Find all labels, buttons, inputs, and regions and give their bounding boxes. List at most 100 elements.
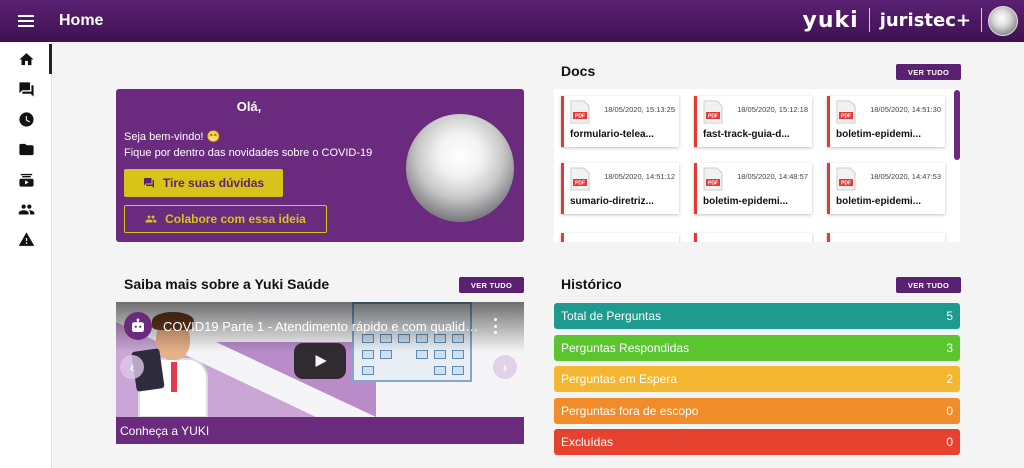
doc-card[interactable]: PDF 18/05/2020, 14:51:12 sumario-diretriz.…	[561, 163, 679, 214]
welcome-greeting: Seja bem-vindo! 😁	[124, 131, 221, 143]
warning-icon	[18, 231, 34, 246]
welcome-subtitle: Fique por dentro das novidades sobre o C…	[124, 147, 373, 159]
doc-card-partial[interactable]	[827, 233, 945, 242]
doc-date: 18/05/2020, 14:51:30	[870, 105, 941, 114]
sidebar-item-people[interactable]	[0, 194, 52, 224]
pdf-file-icon: PDF	[836, 100, 856, 124]
carousel-prev-button[interactable]: ‹	[120, 355, 144, 379]
collaborate-label: Colabore com essa ideia	[165, 212, 306, 226]
sidebar	[0, 42, 52, 468]
doc-card[interactable]: PDF 18/05/2020, 15:12:18 fast-track-guia-d…	[694, 96, 812, 147]
doc-card[interactable]: PDF 18/05/2020, 14:47:53 boletim-epidemi..…	[827, 163, 945, 214]
doc-card[interactable]: PDF 18/05/2020, 14:48:57 boletim-epidemi..…	[694, 163, 812, 214]
history-stat-row[interactable]: Perguntas Respondidas 3	[554, 334, 960, 361]
video-player[interactable]: COVID19 Parte 1 - Atendimento rápido e c…	[116, 302, 524, 444]
brand-divider	[868, 8, 870, 32]
history-stat-label: Perguntas em Espera	[561, 372, 678, 387]
pdf-label: PDF	[708, 181, 718, 187]
video-thumbnail: COVID19 Parte 1 - Atendimento rápido e c…	[116, 302, 524, 417]
doc-card-partial[interactable]	[694, 233, 812, 242]
top-app-bar: Home yuki juristec+	[0, 0, 1024, 42]
history-stat-value: 3	[946, 340, 953, 355]
pdf-label: PDF	[841, 114, 851, 120]
docs-title: Docs	[561, 63, 596, 79]
robot-icon	[132, 318, 144, 332]
docs-scrollbar[interactable]	[954, 90, 960, 160]
doc-name: fast-track-guia-d...	[703, 129, 790, 140]
doc-card[interactable]: PDF 18/05/2020, 15:13:25 formulario-telea.…	[561, 96, 679, 147]
history-stat-row[interactable]: Perguntas em Espera 2	[554, 366, 960, 393]
sidebar-item-history[interactable]	[0, 104, 52, 134]
play-button[interactable]	[294, 343, 346, 379]
ask-questions-label: Tire suas dúvidas	[162, 176, 265, 190]
brand-juristec: juristec+	[879, 9, 971, 31]
brand-logo: yuki juristec+	[802, 6, 982, 34]
doc-name: boletim-epidemi...	[836, 129, 922, 140]
home-icon	[18, 52, 34, 65]
docs-list: PDF 18/05/2020, 15:13:25 formulario-telea.…	[554, 89, 960, 242]
history-stat-label: Excluídas	[561, 435, 614, 450]
pdf-file-icon: PDF	[570, 167, 590, 191]
sidebar-item-docs[interactable]	[0, 134, 52, 164]
doc-card-partial[interactable]	[561, 233, 679, 242]
history-stat-row[interactable]: Excluídas 0	[554, 429, 960, 456]
media-icon	[18, 173, 34, 187]
people-icon	[145, 215, 157, 223]
pdf-label: PDF	[575, 114, 585, 120]
play-icon	[315, 355, 327, 367]
chat-icon	[143, 178, 154, 188]
sidebar-item-alerts[interactable]	[0, 224, 52, 254]
docs-see-all-button[interactable]: VER TUDO	[896, 64, 961, 80]
pdf-file-icon: PDF	[703, 167, 723, 191]
history-stat-label: Perguntas fora de escopo	[561, 403, 699, 418]
menu-icon[interactable]	[0, 0, 52, 42]
video-caption: Conheça a YUKI	[120, 424, 210, 438]
sidebar-item-home[interactable]	[0, 44, 52, 74]
carousel-next-button[interactable]: ›	[493, 355, 517, 379]
sidebar-item-chat[interactable]	[0, 74, 52, 104]
sidebar-item-media[interactable]	[0, 164, 52, 194]
avatar[interactable]	[988, 6, 1018, 36]
doc-date: 18/05/2020, 14:51:12	[604, 172, 675, 181]
doc-name: sumario-diretriz...	[570, 196, 654, 207]
pdf-label: PDF	[575, 181, 585, 187]
folder-icon	[18, 143, 34, 155]
doc-name: boletim-epidemi...	[703, 196, 789, 207]
doc-date: 18/05/2020, 15:13:25	[604, 105, 675, 114]
history-stat-label: Perguntas Respondidas	[561, 340, 690, 355]
doctor-tie	[171, 362, 177, 392]
doc-name: formulario-telea...	[570, 129, 654, 140]
history-stat-row[interactable]: Perguntas fora de escopo 0	[554, 397, 960, 424]
history-title: Histórico	[561, 276, 622, 292]
video-section-title: Saiba mais sobre a Yuki Saúde	[124, 276, 330, 292]
history-stat-value: 0	[946, 403, 953, 418]
pdf-file-icon: PDF	[703, 100, 723, 124]
welcome-title: Olá,	[236, 99, 262, 114]
more-options-icon[interactable]	[490, 318, 500, 334]
history-stat-label: Total de Perguntas	[561, 309, 662, 323]
people-icon	[18, 204, 34, 214]
pdf-file-icon: PDF	[836, 167, 856, 191]
ask-questions-button[interactable]: Tire suas dúvidas	[124, 169, 283, 197]
history-stat-row[interactable]: Total de Perguntas 5	[554, 303, 960, 329]
channel-robot-icon[interactable]	[124, 312, 152, 340]
collaborate-button[interactable]: Colabore com essa ideia	[124, 205, 327, 233]
doc-name: boletim-epidemi...	[836, 196, 922, 207]
video-see-all-button[interactable]: VER TUDO	[459, 277, 524, 293]
doc-date: 18/05/2020, 14:47:53	[870, 172, 941, 181]
doc-card[interactable]: PDF 18/05/2020, 14:51:30 boletim-epidemi..…	[827, 96, 945, 147]
history-stat-value: 5	[946, 309, 953, 323]
welcome-image	[406, 114, 514, 222]
doc-date: 18/05/2020, 14:48:57	[737, 172, 808, 181]
welcome-card: Olá, Seja bem-vindo! 😁 Fique por dentro …	[116, 89, 524, 242]
page-title: Home	[59, 12, 104, 29]
pdf-label: PDF	[708, 114, 718, 120]
video-title[interactable]: COVID19 Parte 1 - Atendimento rápido e c…	[163, 319, 483, 334]
history-see-all-button[interactable]: VER TUDO	[896, 277, 961, 293]
brand-yuki: yuki	[802, 7, 859, 33]
brand-divider-2	[981, 8, 982, 32]
history-stat-value: 0	[946, 435, 953, 450]
history-stat-value: 2	[946, 372, 953, 387]
doc-date: 18/05/2020, 15:12:18	[737, 105, 808, 114]
clock-icon	[18, 111, 34, 127]
